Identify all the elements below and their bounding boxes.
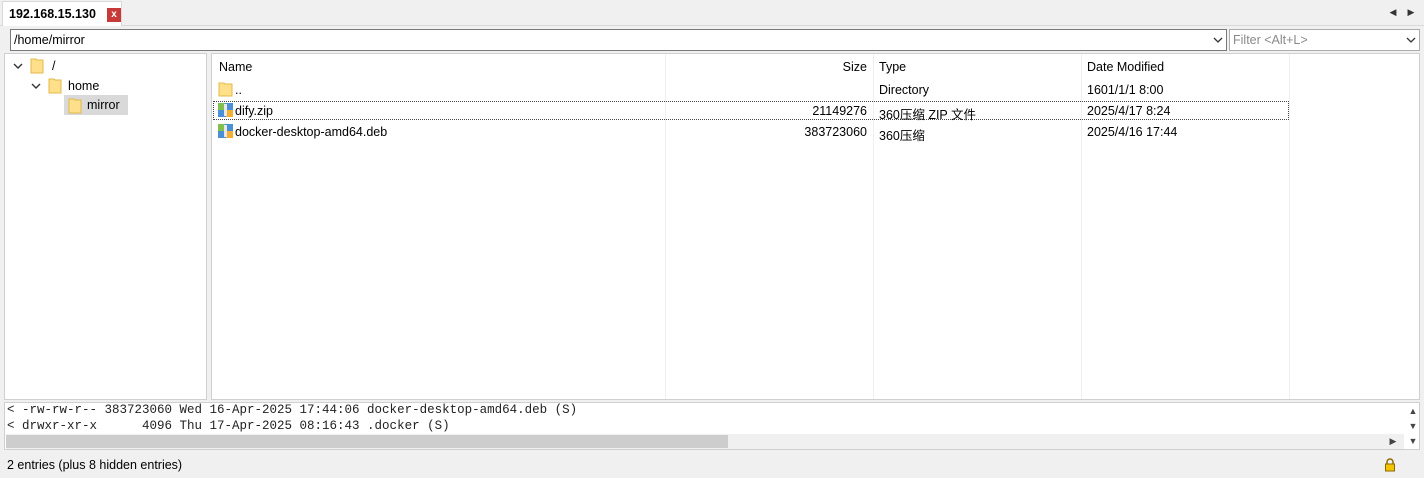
tree-node-mirror[interactable]: mirror (65, 95, 129, 115)
file-type: 360压缩 (879, 129, 925, 143)
archive-icon (218, 124, 233, 138)
tree-node-root[interactable]: / (9, 56, 199, 76)
column-header-size[interactable]: Size (667, 60, 867, 74)
file-size: 383723060 (804, 125, 867, 139)
tree-node-label: / (52, 59, 56, 73)
tree-node-home[interactable]: home (27, 76, 199, 96)
directory-tree[interactable]: / home mirror (4, 53, 207, 400)
chevron-down-icon[interactable] (12, 60, 24, 72)
scroll-down-icon[interactable]: ▼ (1406, 435, 1420, 447)
status-text: 2 entries (plus 8 hidden entries) (7, 458, 183, 472)
scroll-down-icon[interactable]: ▼ (1406, 420, 1420, 432)
chevron-down-icon[interactable] (1405, 33, 1417, 47)
filter-input[interactable] (1233, 32, 1401, 48)
file-list[interactable]: Name Size Type Date Modified .. Director… (211, 53, 1420, 400)
column-header-name[interactable]: Name (219, 60, 252, 74)
horizontal-scrollbar[interactable]: ▶ (6, 434, 1404, 449)
tree-node-label: mirror (87, 98, 120, 112)
folder-icon (30, 58, 44, 74)
scroll-up-icon[interactable]: ▲ (1406, 405, 1420, 417)
column-separator (1289, 54, 1290, 399)
status-bar: 2 entries (plus 8 hidden entries) (0, 452, 1424, 478)
path-input[interactable] (14, 32, 1204, 48)
file-type: 360压缩 ZIP 文件 (879, 108, 977, 122)
scroll-right-icon[interactable]: ▶ (1386, 435, 1400, 447)
folder-icon (218, 82, 233, 97)
filter-combobox[interactable] (1229, 29, 1420, 51)
file-row[interactable]: docker-desktop-amd64.deb 383723060 360压缩… (213, 122, 1289, 143)
file-name: dify.zip (235, 104, 273, 118)
tab-scroll-left-icon[interactable]: ◀ (1388, 6, 1398, 18)
log-panel[interactable]: < -rw-rw-r-- 383723060 Wed 16-Apr-2025 1… (4, 402, 1420, 450)
file-type: Directory (879, 83, 930, 97)
folder-icon (48, 78, 62, 94)
tab-scroll-right-icon[interactable]: ▶ (1406, 6, 1416, 18)
tab-bar: 192.168.15.130 x ◀ ▶ (0, 0, 1424, 26)
column-header-type[interactable]: Type (879, 60, 906, 74)
lock-icon (1385, 458, 1395, 472)
folder-icon (68, 98, 82, 114)
log-line: < -rw-rw-r-- 383723060 Wed 16-Apr-2025 1… (7, 403, 578, 417)
scrollbar-thumb[interactable] (6, 435, 728, 448)
column-header-date-modified[interactable]: Date Modified (1087, 60, 1164, 74)
file-row[interactable]: .. Directory 1601/1/1 8:00 (213, 80, 1289, 99)
archive-icon (218, 103, 233, 117)
file-date: 2025/4/16 17:44 (1087, 125, 1178, 139)
path-combobox[interactable] (10, 29, 1227, 51)
file-name: .. (235, 83, 242, 97)
file-size: 21149276 (812, 104, 867, 118)
chevron-down-icon[interactable] (30, 80, 42, 92)
session-tab-title: 192.168.15.130 (9, 7, 96, 21)
chevron-down-icon[interactable] (1212, 33, 1224, 47)
file-date: 2025/4/17 8:24 (1087, 104, 1171, 118)
session-tab[interactable]: 192.168.15.130 x (2, 1, 122, 26)
file-name: docker-desktop-amd64.deb (235, 125, 388, 139)
tree-node-label: home (68, 79, 100, 93)
log-line: < drwxr-xr-x 4096 Thu 17-Apr-2025 08:16:… (7, 419, 450, 433)
file-row[interactable]: dify.zip 21149276 360压缩 ZIP 文件 2025/4/17… (213, 101, 1289, 122)
close-tab-icon[interactable]: x (107, 8, 121, 22)
file-date: 1601/1/1 8:00 (1087, 83, 1164, 97)
